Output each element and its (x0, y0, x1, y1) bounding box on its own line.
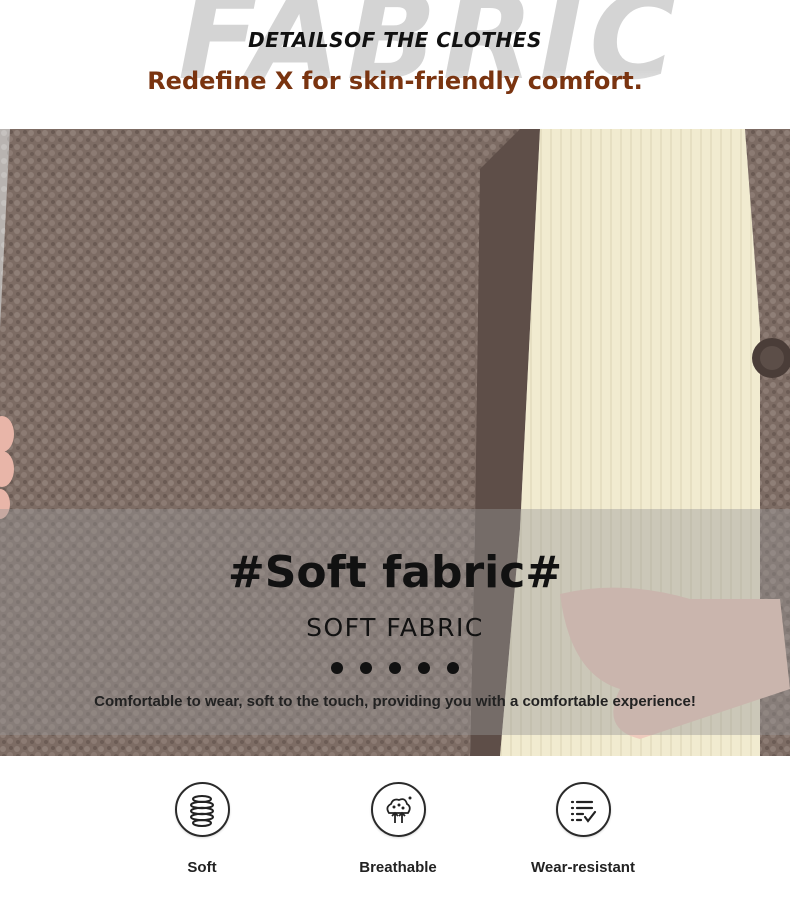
dot-separator (0, 662, 790, 674)
feature-wear-resistant: Wear-resistant (513, 782, 653, 876)
checklist-icon (555, 782, 611, 837)
feature-label: Breathable (359, 859, 437, 876)
breathable-dots-icon (370, 782, 426, 837)
dot (360, 662, 372, 674)
feature-description: Comfortable to wear, soft to the touch, … (94, 693, 696, 710)
feature-label: Soft (187, 859, 217, 876)
fleece-jacket-photo: #Soft fabric# SOFT FABRIC Comfortable to… (0, 129, 790, 756)
feature-subheading: SOFT FABRIC (306, 613, 484, 642)
feature-heading: #Soft fabric# (227, 547, 563, 598)
feature-label: Wear-resistant (531, 859, 635, 876)
dot (331, 662, 343, 674)
feature-breathable: Breathable (328, 782, 468, 876)
header: FABRIC DETAILSOF THE CLOTHES Redefine X … (0, 0, 790, 129)
dot (389, 662, 401, 674)
dot (418, 662, 430, 674)
section-title: DETAILSOF THE CLOTHES (248, 28, 542, 52)
feature-icons-row: Soft Breathable Wear-resistant (0, 756, 790, 911)
spring-coil-icon (174, 782, 230, 837)
section-subtitle: Redefine X for skin-friendly comfort. (147, 67, 643, 95)
feature-soft: Soft (132, 782, 272, 876)
dot (447, 662, 459, 674)
